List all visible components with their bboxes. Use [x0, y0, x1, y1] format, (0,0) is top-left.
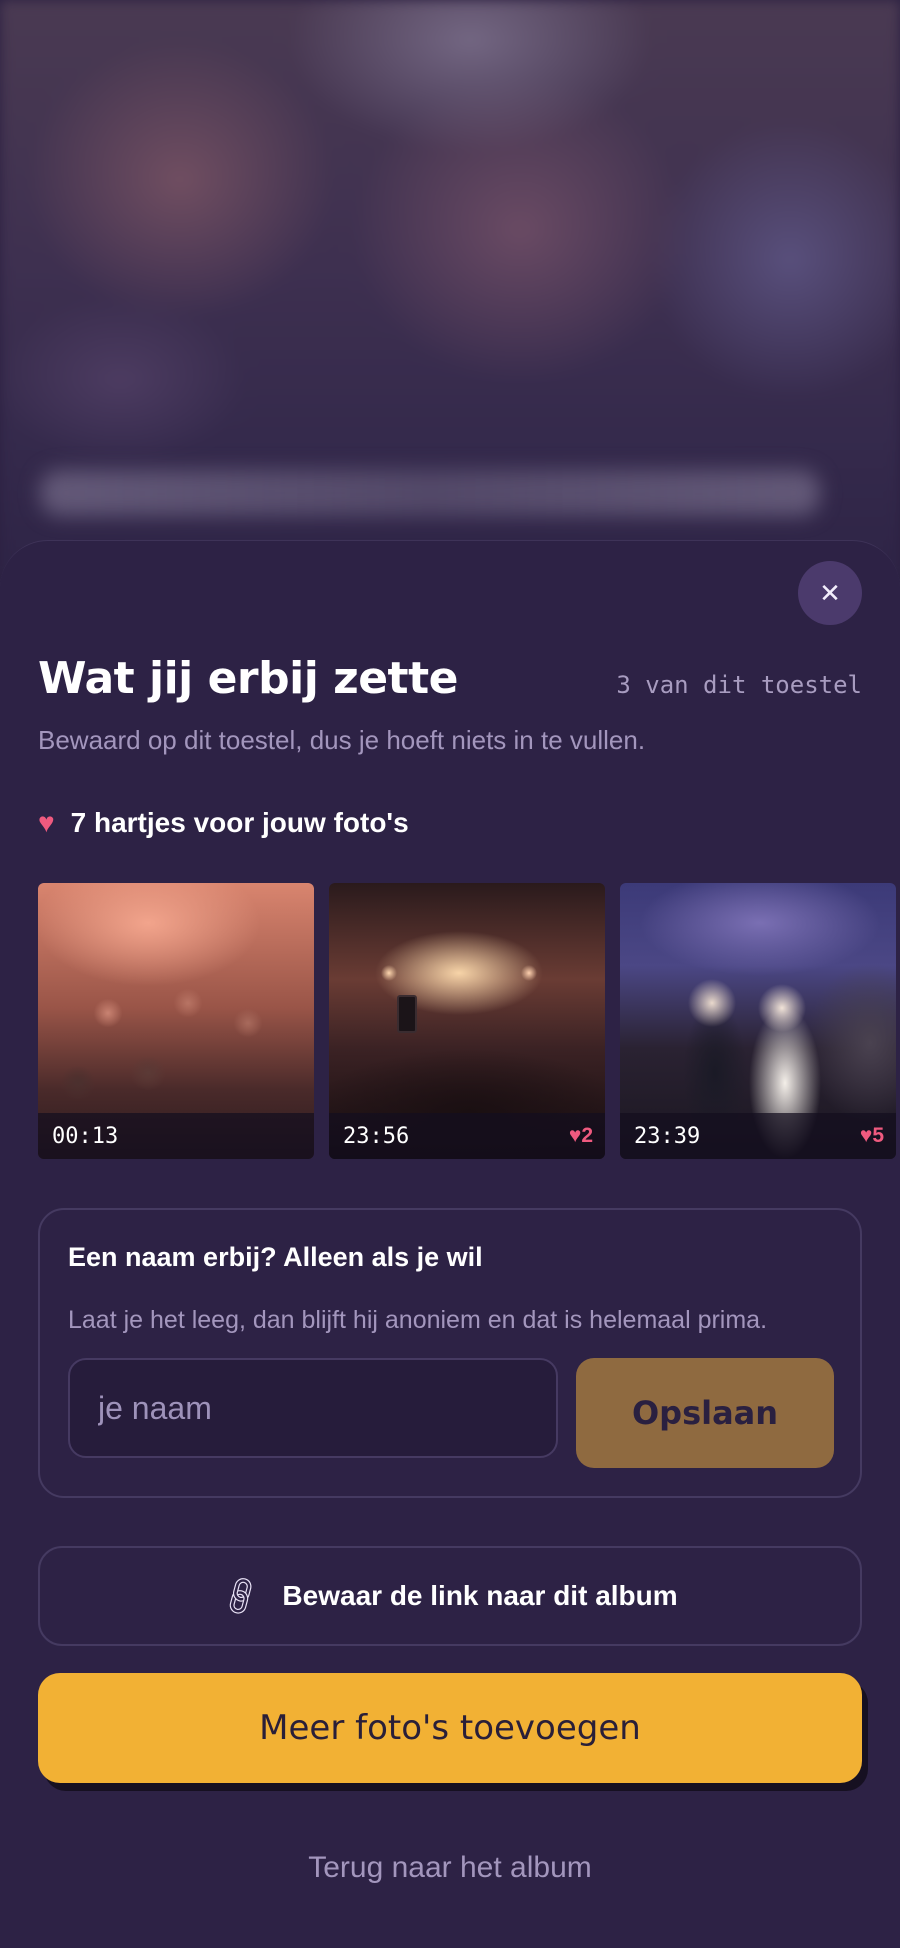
save-album-link-button[interactable]: 🔗︎ Bewaar de link naar dit album — [38, 1546, 862, 1646]
photo-likes: ♥5 — [859, 1124, 884, 1147]
close-icon: ✕ — [819, 577, 841, 608]
photo-likes: ♥2 — [568, 1124, 593, 1147]
back-to-album-link[interactable]: Terug naar het album — [0, 1851, 900, 1885]
photo-strip[interactable]: 00:13 23:56 ♥2 23:39 ♥5 — [38, 883, 900, 1159]
thumbnail-info-bar: 23:39 ♥5 — [620, 1113, 896, 1159]
blurred-album-title — [40, 470, 820, 516]
name-card-title: Een naam erbij? Alleen als je wil — [68, 1242, 483, 1272]
close-button[interactable]: ✕ — [798, 561, 862, 625]
hearts-label: 7 hartjes voor jouw foto's — [70, 807, 409, 838]
thumbnail-info-bar: 00:13 — [38, 1113, 314, 1159]
add-more-photos-button[interactable]: Meer foto's toevoegen — [38, 1673, 862, 1783]
save-album-link-label: Bewaar de link naar dit album — [282, 1580, 678, 1611]
name-card: Een naam erbij? Alleen als je wil Laat j… — [38, 1208, 862, 1498]
photo-time: 23:39 — [634, 1123, 701, 1149]
name-card-description: Laat je het leeg, dan blijft hij anoniem… — [68, 1306, 768, 1334]
sheet-subtitle: Bewaard op dit toestel, dus je hoeft nie… — [38, 725, 646, 755]
photo-time: 00:13 — [52, 1123, 119, 1149]
device-count: 3 van dit toestel — [616, 671, 862, 699]
phone-in-photo — [397, 995, 417, 1033]
heart-icon: ♥ — [38, 807, 55, 838]
thumbnail-info-bar: 23:56 ♥2 — [329, 1113, 605, 1159]
sheet-header: Wat jij erbij zette 3 van dit toestel — [38, 653, 862, 704]
add-more-photos-label: Meer foto's toevoegen — [259, 1708, 641, 1748]
photo-time: 23:56 — [343, 1123, 410, 1149]
save-name-button[interactable]: Opslaan — [576, 1358, 834, 1468]
link-icon: 🔗︎ — [216, 1572, 267, 1620]
sheet-title: Wat jij erbij zette — [38, 653, 458, 704]
photo-thumbnail[interactable]: 00:13 — [38, 883, 314, 1159]
name-input[interactable] — [68, 1358, 558, 1458]
photo-thumbnail[interactable]: 23:56 ♥2 — [329, 883, 605, 1159]
photo-thumbnail[interactable]: 23:39 ♥5 — [620, 883, 896, 1159]
my-uploads-sheet: ✕ Wat jij erbij zette 3 van dit toestel … — [0, 540, 900, 1948]
hearts-summary: ♥ 7 hartjes voor jouw foto's — [38, 807, 409, 839]
